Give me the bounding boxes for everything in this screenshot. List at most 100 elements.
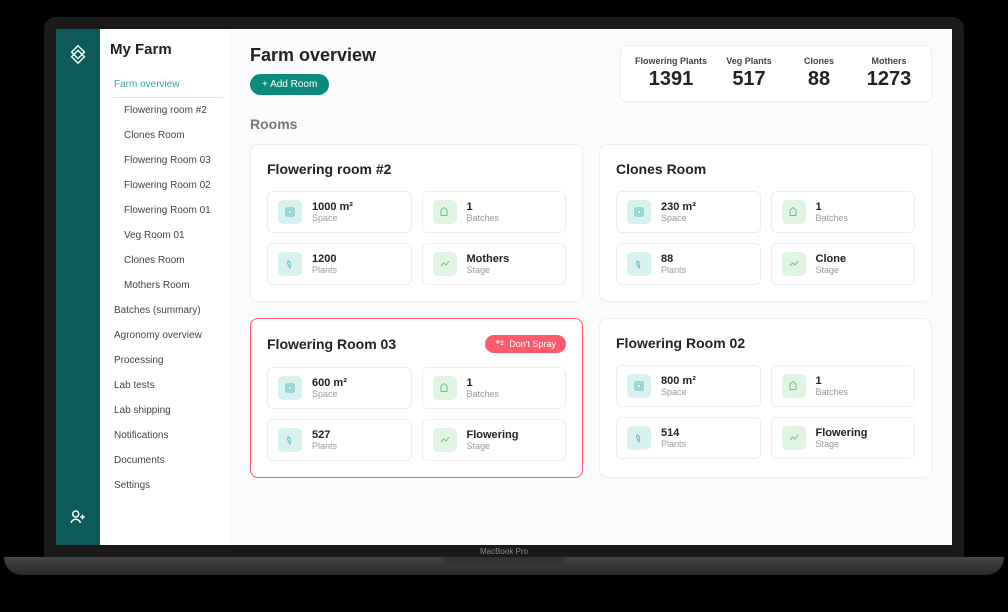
room-card[interactable]: Flowering room #21000 m²Space1Batches120… (250, 144, 583, 302)
room-title: Flowering Room 03 (267, 336, 396, 352)
metric-label: Batches (816, 387, 849, 397)
metrics-grid: 230 m²Space1Batches88PlantsCloneStage (616, 191, 915, 285)
stat: Flowering Plants 1391 (635, 56, 707, 91)
spray-badge: Don't Spray (485, 335, 566, 353)
logo-icon[interactable] (67, 43, 89, 70)
batch-icon (782, 374, 806, 398)
room-card[interactable]: Clones Room230 m²Space1Batches88PlantsCl… (599, 144, 932, 302)
stat-label: Flowering Plants (635, 56, 707, 66)
metric-label: Plants (661, 439, 686, 449)
nav-item[interactable]: Lab tests (110, 373, 224, 398)
stage-icon (782, 252, 806, 276)
stat-label: Mothers (861, 56, 917, 66)
metric: 514Plants (616, 417, 761, 459)
stat-value: 517 (721, 68, 777, 91)
stats-card: Flowering Plants1391Veg Plants517Clones8… (620, 45, 932, 102)
spray-badge-label: Don't Spray (509, 339, 556, 349)
metric-value: 527 (312, 429, 337, 441)
nav-item[interactable]: Batches (summary) (110, 298, 224, 323)
add-room-button[interactable]: + Add Room (250, 74, 329, 95)
metric-label: Space (661, 213, 696, 223)
metric-label: Batches (816, 213, 849, 223)
laptop-base: MacBook Pro (4, 557, 1004, 575)
metric-label: Stage (467, 441, 519, 451)
metric-label: Batches (467, 213, 500, 223)
stage-icon (433, 428, 457, 452)
nav-item[interactable]: Flowering Room 03 (110, 148, 224, 173)
metric-value: Flowering (467, 429, 519, 441)
nav-item[interactable]: Farm overview (110, 72, 224, 98)
metric: FloweringStage (422, 419, 567, 461)
room-card[interactable]: Flowering Room 02800 m²Space1Batches514P… (599, 318, 932, 478)
nav-list: Farm overviewFlowering room #2Clones Roo… (110, 72, 224, 498)
nav-item[interactable]: Documents (110, 448, 224, 473)
metric-label: Plants (661, 265, 686, 275)
nav-item[interactable]: Clones Room (110, 123, 224, 148)
stat-label: Clones (791, 56, 847, 66)
stat-value: 1273 (861, 68, 917, 91)
stat-value: 88 (791, 68, 847, 91)
nav-item[interactable]: Notifications (110, 423, 224, 448)
metric: 1000 m²Space (267, 191, 412, 233)
stat: Clones 88 (791, 56, 847, 91)
plant-icon (627, 252, 651, 276)
metric: 1Batches (422, 191, 567, 233)
nav-item[interactable]: Settings (110, 473, 224, 498)
nav-item[interactable]: Clones Room (110, 248, 224, 273)
plant-icon (627, 426, 651, 450)
room-header: Flowering room #2 (267, 161, 566, 177)
rooms-section-title: Rooms (250, 116, 932, 132)
nav-item[interactable]: Flowering Room 02 (110, 173, 224, 198)
nav-item[interactable]: Flowering room #2 (110, 98, 224, 123)
space-icon (627, 200, 651, 224)
space-icon (627, 374, 651, 398)
metric: MothersStage (422, 243, 567, 285)
metric-label: Space (312, 389, 347, 399)
metric-value: 230 m² (661, 201, 696, 213)
metric: 230 m²Space (616, 191, 761, 233)
metric-label: Space (312, 213, 353, 223)
room-title: Flowering room #2 (267, 161, 391, 177)
stat: Mothers 1273 (861, 56, 917, 91)
metric: 1Batches (771, 365, 916, 407)
metric-value: 1 (467, 201, 500, 213)
metric-value: 800 m² (661, 375, 696, 387)
nav-item[interactable]: Mothers Room (110, 273, 224, 298)
room-title: Clones Room (616, 161, 706, 177)
metric-value: Clone (816, 253, 847, 265)
space-icon (278, 376, 302, 400)
room-title: Flowering Room 02 (616, 335, 745, 351)
plant-icon (278, 252, 302, 276)
metrics-grid: 600 m²Space1Batches527PlantsFloweringSta… (267, 367, 566, 461)
nav-item[interactable]: Veg Room 01 (110, 223, 224, 248)
room-header: Clones Room (616, 161, 915, 177)
stage-icon (782, 426, 806, 450)
laptop-label: MacBook Pro (4, 547, 1004, 556)
metric: FloweringStage (771, 417, 916, 459)
nav-item[interactable]: Flowering Room 01 (110, 198, 224, 223)
metric: CloneStage (771, 243, 916, 285)
metric-value: 1 (467, 377, 500, 389)
metric-label: Space (661, 387, 696, 397)
sidebar-title: My Farm (110, 41, 224, 58)
nav-item[interactable]: Lab shipping (110, 398, 224, 423)
metric-label: Stage (816, 439, 868, 449)
batch-icon (433, 376, 457, 400)
sidebar: My Farm Farm overviewFlowering room #2Cl… (100, 29, 230, 545)
metric-value: Mothers (467, 253, 510, 265)
nav-item[interactable]: Agronomy overview (110, 323, 224, 348)
metrics-grid: 800 m²Space1Batches514PlantsFloweringSta… (616, 365, 915, 459)
metric: 1200Plants (267, 243, 412, 285)
metric: 527Plants (267, 419, 412, 461)
main-content: Farm overview + Add Room Flowering Plant… (230, 29, 952, 545)
room-card[interactable]: Flowering Room 03 Don't Spray 600 m²Space 1… (250, 318, 583, 478)
metric-value: 514 (661, 427, 686, 439)
metric-value: 1 (816, 201, 849, 213)
metric: 600 m²Space (267, 367, 412, 409)
stat-value: 1391 (635, 68, 707, 91)
nav-item[interactable]: Processing (110, 348, 224, 373)
user-add-icon[interactable] (69, 508, 87, 531)
plant-icon (278, 428, 302, 452)
metric-label: Stage (467, 265, 510, 275)
metric-label: Stage (816, 265, 847, 275)
